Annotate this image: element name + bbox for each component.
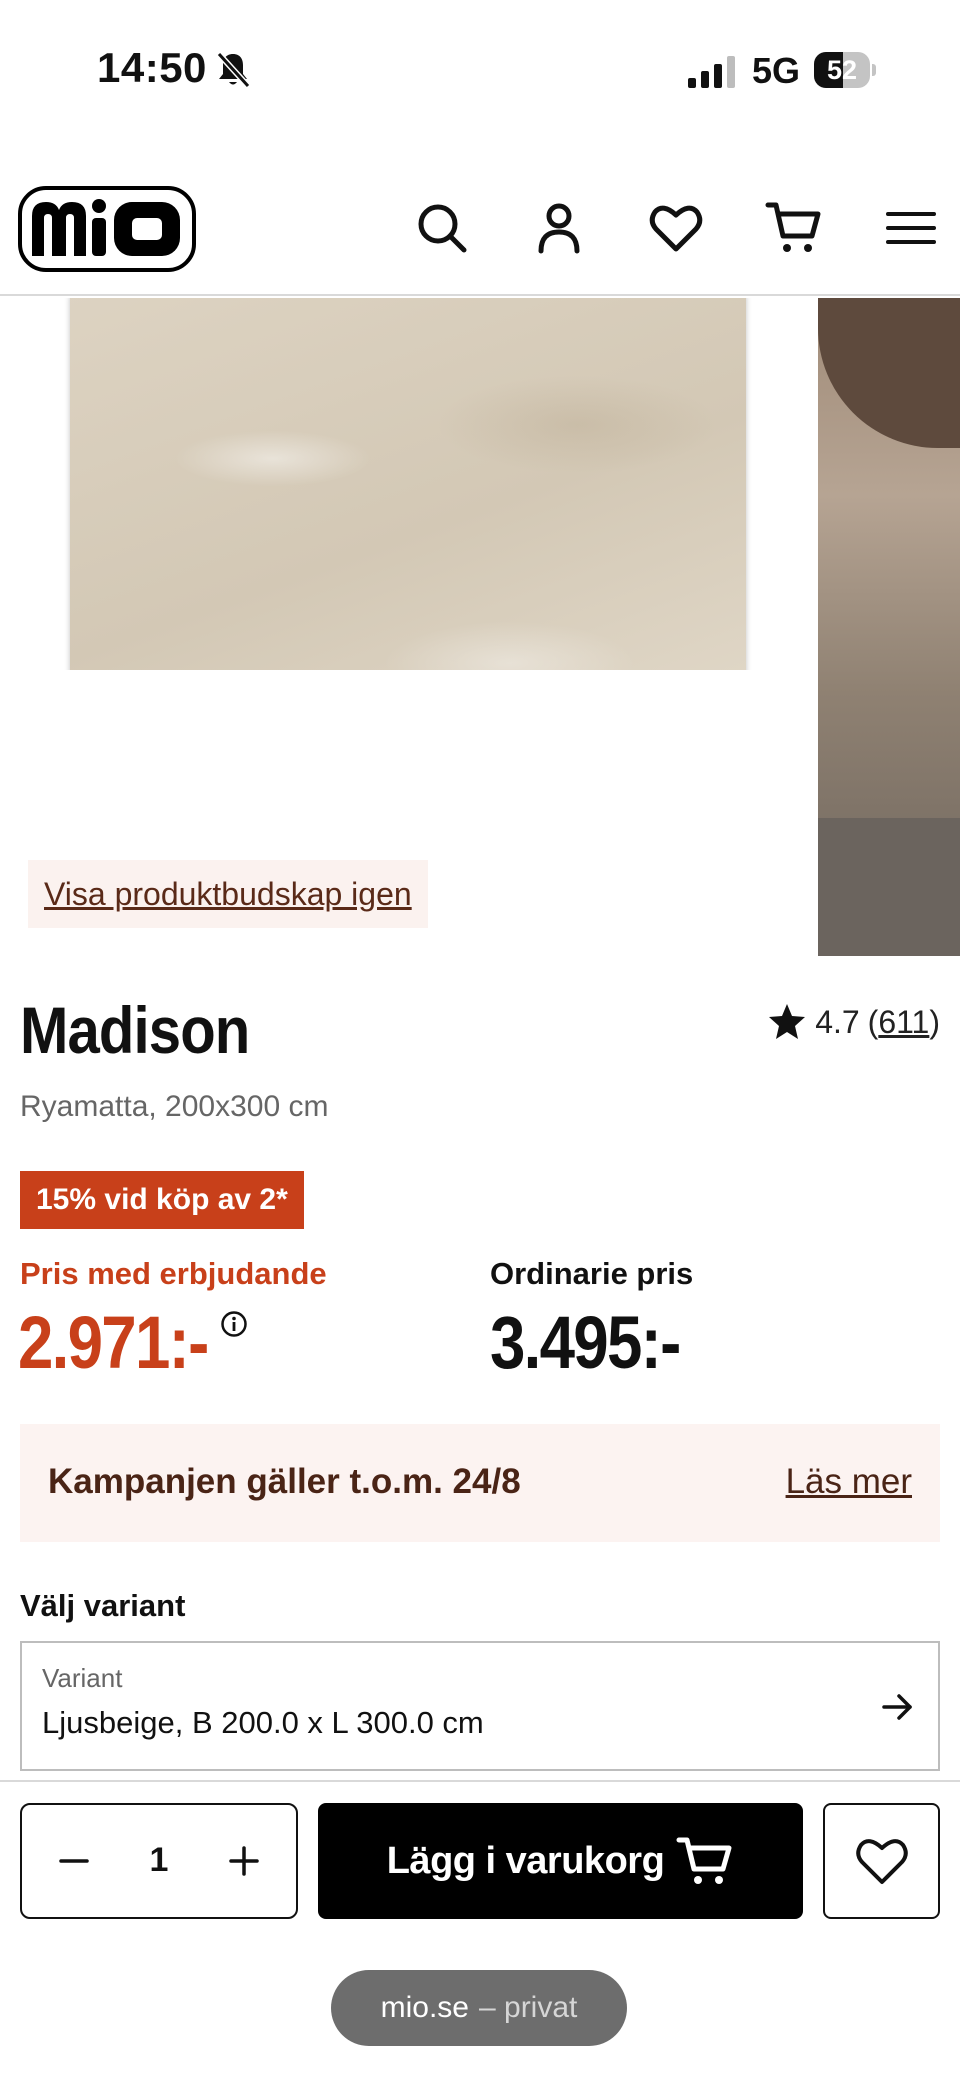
browser-url-pill[interactable]: mio.se – privat xyxy=(331,1970,627,2046)
decrease-quantity-button[interactable] xyxy=(48,1835,100,1887)
product-rating[interactable]: 4.7 (611) xyxy=(767,1002,940,1042)
product-image-next-base xyxy=(818,818,960,956)
promo-badge: 15% vid köp av 2* xyxy=(20,1171,304,1229)
quantity-value[interactable]: 1 xyxy=(122,1841,196,1880)
battery-label: 52 xyxy=(826,55,858,85)
heart-icon xyxy=(649,205,703,252)
add-to-cart-button[interactable]: Lägg i varukorg xyxy=(318,1803,803,1919)
rating-open-paren: ( xyxy=(867,1003,879,1040)
menu-button[interactable] xyxy=(879,196,943,260)
action-bar-divider xyxy=(0,1780,960,1782)
battery-cap xyxy=(872,64,876,76)
rating-value: 4.7 xyxy=(815,1003,860,1040)
cellular-signal-icon xyxy=(688,56,735,88)
account-button[interactable] xyxy=(527,196,591,260)
increase-quantity-button[interactable] xyxy=(218,1835,270,1887)
product-image-next[interactable] xyxy=(818,298,960,956)
search-icon xyxy=(418,204,467,253)
plus-icon xyxy=(229,1846,259,1876)
status-time: 14:50 xyxy=(97,44,207,91)
view-pitch-banner: Visa produktbudskap igen xyxy=(28,860,428,928)
quantity-stepper: 1 xyxy=(20,1803,298,1919)
star-icon xyxy=(769,1004,806,1039)
product-title: Madison xyxy=(20,993,250,1067)
cart-icon xyxy=(765,202,821,252)
variant-select[interactable]: Variant Ljusbeige, B 200.0 x L 300.0 cm xyxy=(20,1641,940,1771)
info-icon[interactable] xyxy=(220,1310,248,1338)
campaign-text: Kampanjen gäller t.o.m. 24/8 xyxy=(48,1462,521,1501)
cart-icon xyxy=(676,1837,732,1884)
network-label: 5G xyxy=(752,50,801,91)
battery-indicator: 52 xyxy=(814,52,876,88)
rating-count-link[interactable]: 611 xyxy=(878,1004,929,1041)
product-image-main-frame xyxy=(0,298,820,670)
rating-close-paren: ) xyxy=(929,1003,940,1040)
variant-label: Variant xyxy=(42,1663,123,1693)
product-gallery[interactable]: Visa produktbudskap igen xyxy=(0,298,960,956)
bell-slash-icon xyxy=(216,51,251,89)
add-to-wishlist-button[interactable] xyxy=(823,1803,940,1919)
search-button[interactable] xyxy=(410,196,474,260)
product-subtitle: Ryamatta, 200x300 cm xyxy=(20,1090,329,1123)
minus-icon xyxy=(59,1859,89,1863)
variant-value: Ljusbeige, B 200.0 x L 300.0 cm xyxy=(42,1705,484,1740)
account-icon xyxy=(538,203,580,254)
regular-price-label: Ordinarie pris xyxy=(490,1256,694,1291)
cart-nav-button[interactable] xyxy=(762,196,826,260)
add-to-cart-label: Lägg i varukorg xyxy=(386,1839,665,1882)
site-header xyxy=(0,170,960,296)
view-pitch-link[interactable]: Visa produktbudskap igen xyxy=(44,876,412,913)
url-private-mode: – privat xyxy=(478,1991,578,2024)
url-domain: mio.se xyxy=(380,1991,469,2024)
status-bar: 14:50 5G 52 xyxy=(0,0,960,140)
mio-logo[interactable] xyxy=(18,186,196,272)
heart-icon xyxy=(855,1839,908,1884)
arrow-right-icon xyxy=(882,1694,912,1720)
variant-heading: Välj variant xyxy=(20,1588,186,1623)
wishlist-nav-button[interactable] xyxy=(644,196,708,260)
product-image-next-floor xyxy=(818,298,960,448)
product-image-main[interactable] xyxy=(70,298,746,670)
campaign-read-more-link[interactable]: Läs mer xyxy=(786,1462,912,1502)
regular-price: 3.495:- xyxy=(490,1301,681,1384)
offer-price: 2.971:- xyxy=(18,1301,209,1384)
offer-price-label: Pris med erbjudande xyxy=(20,1256,327,1291)
menu-icon xyxy=(886,212,936,244)
campaign-banner: Kampanjen gäller t.o.m. 24/8 Läs mer xyxy=(20,1424,940,1542)
battery-body: 52 xyxy=(814,52,870,88)
